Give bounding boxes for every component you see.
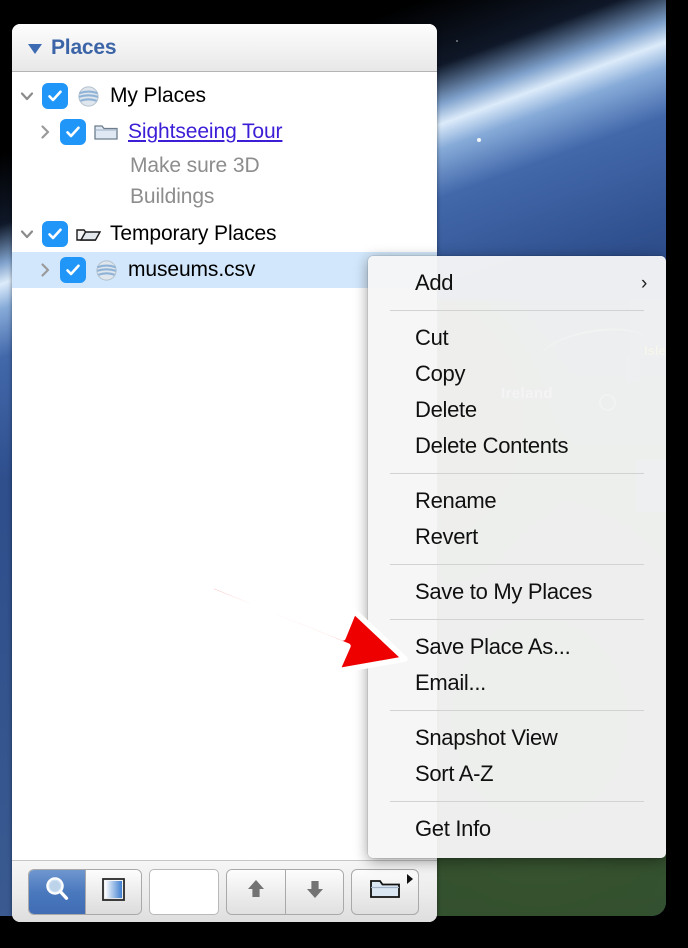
chevron-down-icon[interactable] bbox=[12, 86, 42, 106]
arrow-up-icon bbox=[243, 876, 269, 907]
menu-item-label: Get Info bbox=[415, 816, 491, 841]
menu-separator bbox=[390, 564, 644, 565]
page-title: Places bbox=[51, 35, 117, 59]
chevron-right-icon: › bbox=[640, 272, 647, 294]
tree-item-label: My Places bbox=[110, 84, 206, 107]
menu-item-label: Delete bbox=[415, 397, 477, 422]
view-mode-segmented-control[interactable] bbox=[28, 868, 142, 915]
menu-item-add[interactable]: Add › bbox=[368, 265, 666, 301]
tree-item-label: museums.csv bbox=[128, 258, 256, 281]
menu-separator bbox=[390, 710, 644, 711]
tree-item-description-line: Make sure 3D bbox=[130, 153, 260, 177]
menu-item-label: Add bbox=[415, 270, 454, 295]
panel-toggle-button[interactable] bbox=[85, 869, 141, 914]
search-input[interactable] bbox=[149, 868, 219, 915]
open-folder-icon bbox=[73, 221, 103, 247]
gradient-panel-icon bbox=[100, 876, 127, 908]
arrow-down-icon bbox=[302, 876, 328, 907]
checkbox-my-places[interactable] bbox=[42, 83, 68, 109]
menu-item-save-place-as[interactable]: Save Place As... bbox=[368, 629, 666, 665]
search-button[interactable] bbox=[29, 869, 85, 914]
tree-row-description: Buildings bbox=[12, 181, 437, 212]
places-panel-header[interactable]: Places bbox=[12, 24, 437, 72]
screenshot-root: Ireland Isle Places bbox=[0, 0, 688, 948]
menu-item-cut[interactable]: Cut bbox=[368, 320, 666, 356]
triangle-down-icon[interactable] bbox=[28, 43, 42, 54]
move-down-button[interactable] bbox=[285, 869, 343, 914]
menu-separator bbox=[390, 310, 644, 311]
menu-item-get-info[interactable]: Get Info bbox=[368, 811, 666, 847]
menu-item-email[interactable]: Email... bbox=[368, 665, 666, 701]
menu-separator bbox=[390, 801, 644, 802]
menu-item-save-to-my-places[interactable]: Save to My Places bbox=[368, 574, 666, 610]
tree-item-description-line: Buildings bbox=[130, 184, 215, 208]
time-slider-arrows[interactable] bbox=[226, 868, 344, 915]
menu-item-delete-contents[interactable]: Delete Contents bbox=[368, 428, 666, 464]
search-icon bbox=[42, 874, 72, 909]
triangle-right-icon[interactable] bbox=[407, 873, 413, 884]
chevron-down-icon[interactable] bbox=[12, 224, 42, 244]
move-up-button[interactable] bbox=[227, 869, 285, 914]
checkbox-museums-csv[interactable] bbox=[60, 257, 86, 283]
checkbox-temporary-places[interactable] bbox=[42, 221, 68, 247]
places-toolbar bbox=[12, 860, 437, 922]
menu-item-label: Save Place As... bbox=[415, 634, 571, 659]
folder-icon bbox=[91, 119, 121, 145]
folder-icon bbox=[368, 876, 402, 907]
menu-item-label: Snapshot View bbox=[415, 725, 558, 750]
new-folder-button[interactable] bbox=[351, 868, 419, 915]
menu-item-label: Revert bbox=[415, 524, 478, 549]
menu-item-label: Cut bbox=[415, 325, 449, 350]
menu-item-sort-a-z[interactable]: Sort A-Z bbox=[368, 756, 666, 792]
menu-separator bbox=[390, 619, 644, 620]
tree-item-label[interactable]: Sightseeing Tour bbox=[128, 120, 283, 144]
checkbox-sightseeing-tour[interactable] bbox=[60, 119, 86, 145]
menu-item-label: Rename bbox=[415, 488, 497, 513]
chevron-right-icon[interactable] bbox=[30, 122, 60, 142]
tree-row[interactable]: My Places bbox=[12, 78, 437, 114]
menu-item-label: Save to My Places bbox=[415, 579, 593, 604]
tree-row[interactable]: Temporary Places bbox=[12, 216, 437, 252]
tree-row[interactable]: Sightseeing Tour bbox=[12, 114, 437, 150]
star-icon bbox=[456, 40, 458, 42]
star-icon bbox=[477, 138, 481, 142]
chevron-right-icon[interactable] bbox=[30, 260, 60, 280]
tree-item-label: Temporary Places bbox=[110, 222, 277, 245]
globe-icon bbox=[91, 257, 121, 283]
context-menu[interactable]: Add › Cut Copy Delete Delete Contents Re… bbox=[368, 256, 666, 858]
menu-item-copy[interactable]: Copy bbox=[368, 356, 666, 392]
tree-row-description: Make sure 3D bbox=[12, 150, 437, 181]
menu-item-label: Delete Contents bbox=[415, 433, 569, 458]
menu-item-label: Email... bbox=[415, 670, 486, 695]
menu-item-label: Copy bbox=[415, 361, 466, 386]
menu-item-revert[interactable]: Revert bbox=[368, 519, 666, 555]
menu-item-snapshot-view[interactable]: Snapshot View bbox=[368, 720, 666, 756]
menu-separator bbox=[390, 473, 644, 474]
menu-item-delete[interactable]: Delete bbox=[368, 392, 666, 428]
globe-icon bbox=[73, 83, 103, 109]
menu-item-rename[interactable]: Rename bbox=[368, 483, 666, 519]
menu-item-label: Sort A-Z bbox=[415, 761, 494, 786]
